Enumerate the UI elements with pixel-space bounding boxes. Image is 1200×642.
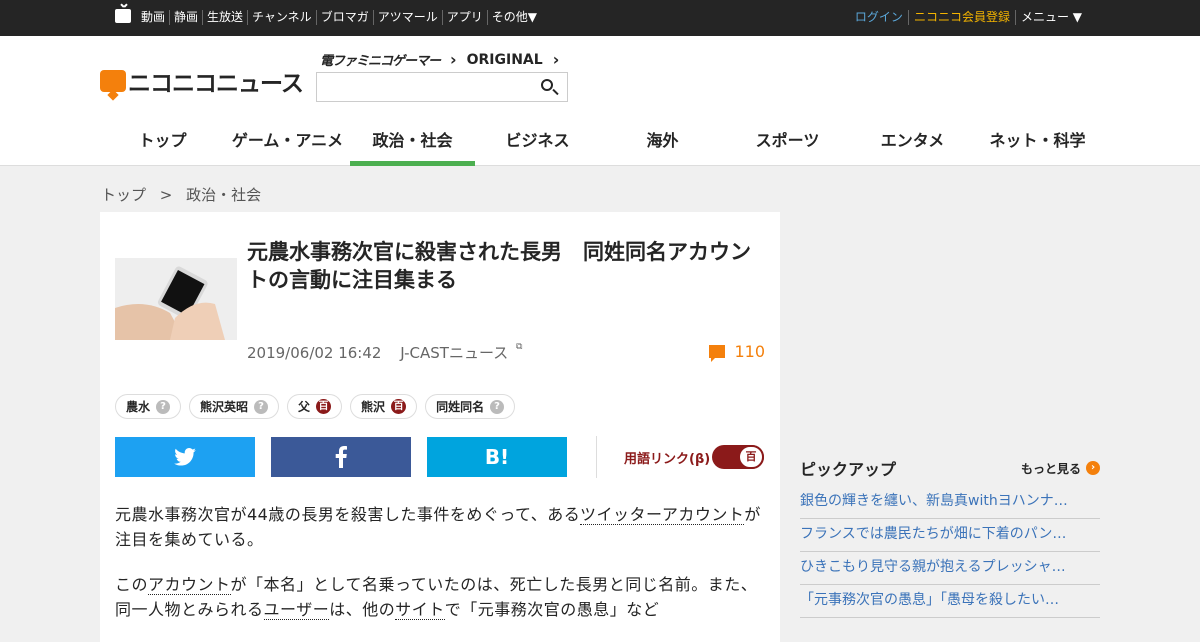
tab-net-science[interactable]: ネット・科学 [975,117,1100,166]
question-icon: ? [254,399,269,414]
article-body: 元農水事務次官が44歳の長男を殺害した事件をめぐって、あるツイッターアカウントが… [115,502,765,642]
partner-link-original[interactable]: ORIGINAL [467,52,543,68]
list-item[interactable]: ひきこもり見守る親が抱えるプレッシャ… [800,552,1100,585]
tab-sports[interactable]: スポーツ [725,117,850,166]
hatena-icon: B! [484,445,510,469]
pickup-header: ピックアップ もっと見る › [800,456,1100,480]
article-thumbnail[interactable] [115,258,237,340]
comment-count: 110 [734,342,765,361]
tag-label: 農水 [126,400,151,414]
global-nav-other[interactable]: その他▼ [486,10,541,25]
dictionary-icon: 百 [391,399,407,414]
external-link-icon: ⧉ [516,342,523,352]
tag[interactable]: 同姓同名 ? [425,394,516,419]
global-nav: 動画 静画 生放送 チャンネル ブロマガ アツマール アプリ その他▼ [137,10,541,25]
twitter-icon [174,448,196,466]
body-text: 元農水事務次官が44歳の長男を殺害した事件をめぐって、ある [115,505,580,524]
body-text: この [115,575,149,594]
hatena-bookmark-button[interactable]: B! [427,437,567,477]
tag-label: 父 [298,400,311,414]
pickup-section: ピックアップ もっと見る › 銀色の輝きを纏い、新島真withヨハンナ… フラン… [800,456,1100,618]
search-box [316,72,568,102]
account-links: ログイン ニコニコ会員登録 メニュー ▼ [850,10,1087,25]
tab-business[interactable]: ビジネス [475,117,600,166]
comment-count-link[interactable]: 110 [709,342,765,362]
term-link-toggle[interactable]: 百 [712,445,764,469]
global-nav-live[interactable]: 生放送 [202,10,247,25]
logo-tv-icon [100,70,126,92]
facebook-icon [335,446,347,468]
pickup-list: 銀色の輝きを纏い、新島真withヨハンナ… フランスでは農民たちが畑に下着のパン… [800,486,1100,618]
article-source[interactable]: J-CASTニュース [400,344,508,362]
global-nav-channel[interactable]: チャンネル [247,10,316,25]
more-link[interactable]: もっと見る › [1021,460,1100,477]
breadcrumb-current[interactable]: 政治・社会 [186,186,261,204]
article-paragraph: 元農水事務次官が44歳の長男を殺害した事件をめぐって、あるツイッターアカウントが… [115,502,765,552]
dictionary-icon: 百 [738,445,764,469]
pickup-title: ピックアップ [800,460,897,479]
term-link-label: 用語リンク(β) [624,452,711,467]
divider [596,436,597,478]
search-icon[interactable] [541,79,553,91]
tag[interactable]: 熊沢英昭 ? [189,394,280,419]
partner-link-dengeki[interactable]: 電ファミニコゲーマー [320,50,441,69]
tag[interactable]: 農水 ? [115,394,182,419]
chevron-right-icon: › [450,50,457,69]
tab-entertainment[interactable]: エンタメ [850,117,975,166]
article-title: 元農水事務次官に殺害された長男 同姓同名アカウントの言動に注目集まる [247,240,751,292]
tag[interactable]: 熊沢 百 [350,394,418,419]
list-item[interactable]: 「元事務次官の愚息」「愚母を殺したい… [800,585,1100,618]
facebook-share-button[interactable] [271,437,411,477]
more-label: もっと見る [1020,461,1081,476]
article-card: 元農水事務次官に殺害された長男 同姓同名アカウントの言動に注目集まる 2019/… [100,212,780,642]
tag-label: 熊沢英昭 [200,400,249,414]
tab-game-anime[interactable]: ゲーム・アニメ [225,117,350,166]
term-link[interactable]: アカウント [148,575,231,595]
twitter-share-button[interactable] [115,437,255,477]
breadcrumb: トップ > 政治・社会 [101,184,261,205]
dictionary-icon: 百 [316,399,332,414]
question-icon: ? [490,399,505,414]
global-nav-video[interactable]: 動画 [137,10,169,25]
tag-label: 同姓同名 [436,400,485,414]
share-buttons: B! [115,437,583,477]
tab-top[interactable]: トップ [100,117,225,166]
chevron-right-icon: › [552,50,560,69]
body-text: で「元事務次官の愚息」など [444,600,660,619]
site-logo[interactable]: ニコニコニュース [100,64,304,98]
article-datetime: 2019/06/02 16:42 [247,344,382,362]
global-nav-seiga[interactable]: 静画 [169,10,202,25]
term-link[interactable]: ユーザー [263,600,330,620]
niconico-tv-icon[interactable] [115,9,131,23]
tab-politics-society[interactable]: 政治・社会 [350,117,475,166]
logo-text: ニコニコニュース [128,70,304,96]
category-nav: トップ ゲーム・アニメ 政治・社会 ビジネス 海外 スポーツ エンタメ ネット・… [100,117,1100,166]
chevron-right-icon: › [1086,461,1100,475]
body-text: は、他の [329,600,396,619]
tag[interactable]: 父 百 [287,394,343,419]
article-paragraph: このアカウントが「本名」として名乗っていたのは、死亡した長男と同じ名前。また、同… [115,572,765,622]
term-link[interactable]: ツイッターアカウント [579,505,745,525]
global-nav-app[interactable]: アプリ [441,10,487,25]
tag-list: 農水 ? 熊沢英昭 ? 父 百 熊沢 百 同姓同名 ? [115,394,523,419]
register-link[interactable]: ニコニコ会員登録 [907,10,1015,25]
search-input[interactable] [317,73,537,101]
global-nav-blomaga[interactable]: ブロマガ [315,10,373,25]
breadcrumb-home[interactable]: トップ [101,186,146,204]
question-icon: ? [156,399,171,414]
site-header: ニコニコニュース 電ファミニコゲーマー › ORIGINAL › トップ ゲーム… [0,36,1200,166]
global-nav-atsumaru[interactable]: アツマール [372,10,442,25]
term-link[interactable]: サイト [395,600,445,620]
global-top-bar: 動画 静画 生放送 チャンネル ブロマガ アツマール アプリ その他▼ ログイン… [0,0,1200,36]
list-item[interactable]: 銀色の輝きを纏い、新島真withヨハンナ… [800,486,1100,519]
breadcrumb-separator: > [159,186,173,204]
tab-overseas[interactable]: 海外 [600,117,725,166]
menu-dropdown[interactable]: メニュー ▼ [1014,10,1087,25]
partner-links: 電ファミニコゲーマー › ORIGINAL › [320,50,569,69]
list-item[interactable]: フランスでは農民たちが畑に下着のパン… [800,519,1100,552]
article-meta: 2019/06/02 16:42 J-CASTニュース ⧉ [247,342,522,363]
tag-label: 熊沢 [361,400,386,414]
login-link[interactable]: ログイン [850,10,908,25]
comment-icon [709,345,726,362]
